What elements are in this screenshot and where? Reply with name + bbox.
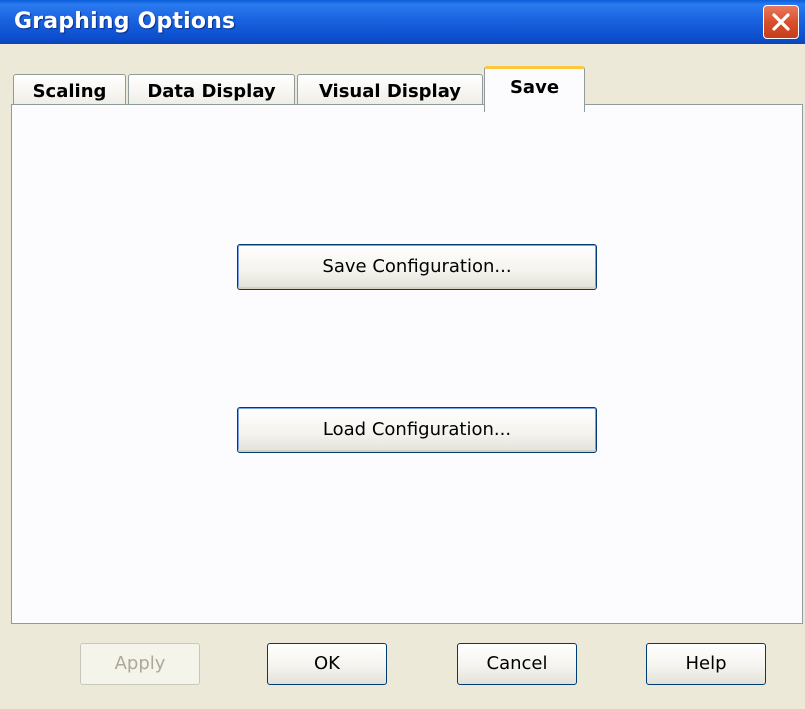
tab-save[interactable]: Save <box>484 66 585 112</box>
save-tab-panel: Save Configuration... Load Configuration… <box>11 104 803 624</box>
window-title: Graphing Options <box>14 9 236 34</box>
tab-strip: Scaling Data Display Visual Display Save <box>0 44 805 112</box>
ok-button[interactable]: OK <box>267 643 387 685</box>
close-icon <box>772 13 790 31</box>
cancel-button[interactable]: Cancel <box>457 643 577 685</box>
dialog-button-bar: Apply OK Cancel Help <box>0 624 805 709</box>
graphing-options-dialog: Graphing Options Scaling Data Display Vi… <box>0 0 805 709</box>
save-configuration-button[interactable]: Save Configuration... <box>237 244 597 290</box>
close-button[interactable] <box>763 5 799 39</box>
apply-button[interactable]: Apply <box>80 643 200 685</box>
load-configuration-button[interactable]: Load Configuration... <box>237 407 597 453</box>
title-bar[interactable]: Graphing Options <box>0 0 805 44</box>
help-button[interactable]: Help <box>646 643 766 685</box>
